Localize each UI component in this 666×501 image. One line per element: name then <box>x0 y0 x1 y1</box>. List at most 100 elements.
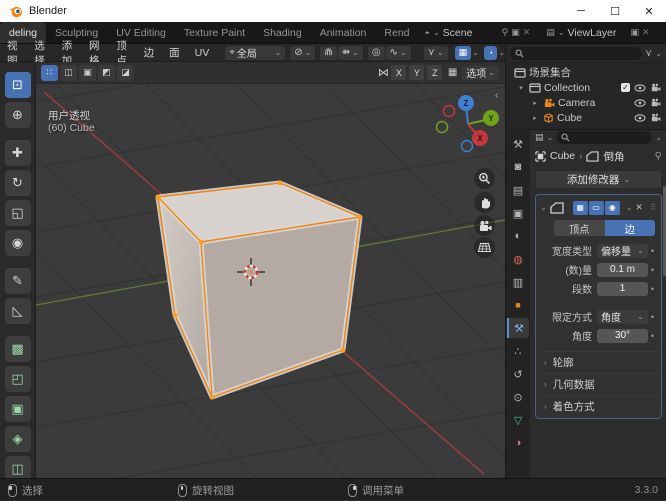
filter-icon[interactable]: ⋎ <box>645 48 652 59</box>
menu-uv[interactable]: UV <box>188 47 217 59</box>
animate-dot-icon[interactable]: • <box>648 265 657 275</box>
transform-orientation-dropdown[interactable]: ⌖ 全局 ⌄ <box>225 45 286 60</box>
gizmo-neg-z-axis[interactable] <box>460 139 474 153</box>
hide-eye-icon[interactable] <box>634 83 646 92</box>
multi-select-mode-button[interactable]: ◩ <box>98 64 115 81</box>
tab-particles[interactable]: ∴ <box>507 341 529 361</box>
breadcrumb-modifier[interactable]: 倒角 <box>603 149 624 164</box>
extrude-region-tool[interactable]: ◰ <box>4 366 31 392</box>
pin-icon[interactable]: ⚲ <box>655 151 662 162</box>
width-type-dropdown[interactable]: 偏移量 ⌄ <box>597 243 648 258</box>
select-box-tool[interactable]: ⊡ <box>4 72 31 98</box>
scene-selector[interactable]: ◓ ⌄ Scene ⚲ ▣ ✕ <box>421 22 535 43</box>
tab-rendering[interactable]: Rend <box>375 22 418 43</box>
animate-dot-icon[interactable]: • <box>648 246 657 256</box>
pan-button[interactable] <box>474 192 495 213</box>
tab-tool[interactable]: ⚒ <box>507 134 529 154</box>
proportional-editing-toggle[interactable]: ◎ <box>367 45 385 60</box>
tab-texture-paint[interactable]: Texture Paint <box>175 22 254 43</box>
animate-dot-icon[interactable]: • <box>648 284 657 294</box>
section-profile[interactable]: › 轮廓 <box>540 351 657 373</box>
animate-dot-icon[interactable]: • <box>648 312 657 322</box>
mirror-y-button[interactable]: Y <box>409 65 425 80</box>
outliner-row-cube[interactable]: ▸ Cube <box>506 110 666 125</box>
mirror-z-button[interactable]: Z <box>427 65 443 80</box>
delete-modifier-icon[interactable]: ✕ <box>635 202 643 213</box>
tab-world[interactable]: ◍ <box>507 249 529 269</box>
mirror-x-button[interactable]: X <box>391 65 407 80</box>
face-select-mode-button[interactable]: ▣ <box>79 64 96 81</box>
affect-edges-button[interactable]: 边 <box>604 220 655 236</box>
tab-modifiers[interactable]: ⚒ <box>507 318 529 338</box>
navigation-gizmo[interactable]: Z Y X <box>434 92 502 154</box>
maximize-button[interactable]: ☐ <box>598 0 632 22</box>
scale-tool[interactable]: ◱ <box>4 200 31 226</box>
hide-eye-icon[interactable] <box>634 113 646 122</box>
inset-faces-tool[interactable]: ▣ <box>4 396 31 422</box>
extras-dropdown-icon[interactable]: ⌄ <box>626 203 633 212</box>
tab-view-layer[interactable]: ▣ <box>507 203 529 223</box>
cursor-tool[interactable]: ⊕ <box>4 102 31 128</box>
measure-tool[interactable]: ◺ <box>4 298 31 324</box>
remove-viewlayer-icon[interactable]: ✕ <box>642 27 650 38</box>
collection-checkbox[interactable]: ✓ <box>621 83 630 92</box>
gizmo-neg-x-axis[interactable] <box>442 104 456 118</box>
menu-face[interactable]: 面 <box>162 45 187 60</box>
snapping-dropdown[interactable]: ⇻ ⌄ <box>337 45 363 60</box>
overlays-toggle[interactable]: ◔ <box>483 45 498 60</box>
section-geometry[interactable]: › 几何数据 <box>540 373 657 395</box>
cube-mesh[interactable] <box>155 180 363 400</box>
limit-method-dropdown[interactable]: 角度 ⌄ <box>597 309 648 324</box>
tab-physics[interactable]: ↺ <box>507 364 529 384</box>
chevron-down-icon[interactable]: ⌄ <box>655 49 662 58</box>
snapping-toggle[interactable]: ⋒ <box>320 45 337 60</box>
realtime-display-toggle[interactable]: ▭ <box>588 200 604 215</box>
tab-output[interactable]: ▤ <box>507 180 529 200</box>
transform-tool[interactable]: ◉ <box>4 230 31 256</box>
pin-icon[interactable]: ⚲ <box>502 27 509 38</box>
bevel-tool[interactable]: ◈ <box>4 426 31 452</box>
gizmo-neg-y-axis[interactable] <box>435 120 449 134</box>
breadcrumb-object[interactable]: Cube <box>550 150 575 162</box>
move-tool[interactable]: ✚ <box>4 140 31 166</box>
disable-render-icon[interactable] <box>650 98 661 107</box>
tab-collection[interactable]: ▥ <box>507 272 529 292</box>
outliner-search-input[interactable] <box>510 46 642 60</box>
hide-eye-icon[interactable] <box>634 98 646 107</box>
render-display-toggle[interactable]: ◉ <box>604 200 620 215</box>
editmode-display-toggle[interactable]: ▦ <box>572 200 588 215</box>
tab-constraints[interactable]: ⊙ <box>507 387 529 407</box>
drag-handle-icon[interactable]: ⠿ <box>650 203 657 212</box>
menu-edge[interactable]: 边 <box>137 45 162 60</box>
annotate-tool[interactable]: ✎ <box>4 268 31 294</box>
options-dropdown[interactable]: 选项 ⌄ <box>462 65 499 80</box>
close-button[interactable]: ✕ <box>632 0 666 22</box>
amount-field[interactable]: 0.1 m <box>597 262 648 277</box>
tab-material[interactable]: ◑ <box>507 433 529 453</box>
xray-toggle[interactable]: ▦ <box>454 45 472 60</box>
add-cube-tool[interactable]: ▩ <box>4 336 31 362</box>
new-viewlayer-icon[interactable]: ▣ <box>631 27 640 38</box>
viewlayer-selector[interactable]: ▤ ⌄ ViewLayer ▣ ✕ <box>542 22 653 43</box>
pivot-point-dropdown[interactable]: ⊘ ⌄ <box>290 45 316 60</box>
tab-object[interactable]: ■ <box>507 295 529 315</box>
disable-render-icon[interactable] <box>650 83 661 92</box>
minimize-button[interactable]: ─ <box>564 0 598 22</box>
tab-shading[interactable]: Shading <box>254 22 311 43</box>
visibility-filter-dropdown[interactable]: ⋎ ⌄ <box>423 45 448 60</box>
ortho-toggle-button[interactable] <box>474 237 495 258</box>
tab-scene[interactable]: ◐ <box>507 226 529 246</box>
chevron-down-icon[interactable]: ⌄ <box>547 133 554 142</box>
loop-cut-tool[interactable]: ◫ <box>4 456 31 478</box>
section-shading[interactable]: › 着色方式 <box>540 395 657 417</box>
tab-render[interactable]: ◙ <box>507 157 529 177</box>
outliner-row-scene-collection[interactable]: 场景集合 <box>506 65 666 80</box>
edge-select-mode-button[interactable]: ◫ <box>60 64 77 81</box>
chevron-down-icon[interactable]: ⌄ <box>472 48 479 57</box>
zoom-button[interactable] <box>474 168 495 189</box>
add-modifier-button[interactable]: 添加修改器 ⌄ <box>535 170 662 189</box>
expand-icon[interactable]: ▸ <box>530 114 540 122</box>
falloff-dropdown[interactable]: ∿ ⌄ <box>385 45 411 60</box>
camera-view-button[interactable] <box>474 215 495 236</box>
viewport-3d[interactable]: 用户透视 (60) Cube ‹ Z Y X <box>36 84 505 478</box>
